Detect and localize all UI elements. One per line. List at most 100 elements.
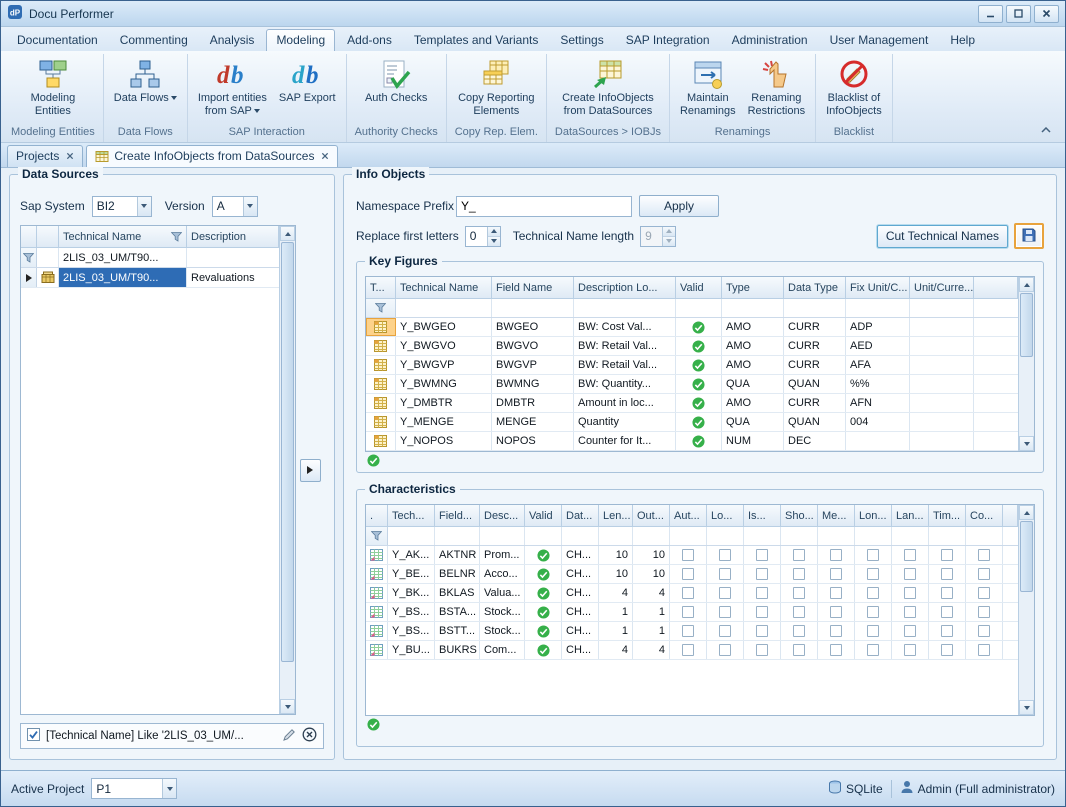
checkbox[interactable]: [756, 587, 768, 599]
column-header-len[interactable]: Len...: [599, 505, 633, 526]
cell-description[interactable]: Revaluations: [187, 268, 279, 287]
cell-sho[interactable]: [781, 584, 818, 602]
cell-me[interactable]: [818, 641, 855, 659]
cell-t[interactable]: [366, 375, 396, 393]
checkbox[interactable]: [978, 606, 990, 618]
ribbon-tab-settings[interactable]: Settings: [550, 29, 613, 51]
column-header-desc[interactable]: Desc...: [480, 505, 525, 526]
apply-button[interactable]: Apply: [639, 195, 719, 217]
document-tab-projects[interactable]: Projects: [7, 145, 83, 167]
column-header-icon[interactable]: [37, 226, 59, 247]
cell-unit-curre[interactable]: [910, 432, 974, 450]
filter-cell-icon[interactable]: [366, 527, 388, 545]
scrollbar-track[interactable]: [1020, 521, 1033, 699]
filter-cell-desc[interactable]: [480, 527, 525, 545]
sap-system-combo[interactable]: BI2: [92, 196, 152, 217]
checkbox[interactable]: [867, 606, 879, 618]
filter-cell-t[interactable]: [366, 299, 396, 317]
ribbon-button-renaming-restrictions[interactable]: RenamingRestrictions: [743, 55, 810, 125]
column-header-dat[interactable]: Dat...: [562, 505, 599, 526]
filter-cell-is[interactable]: [744, 527, 781, 545]
cell-t[interactable]: [366, 394, 396, 412]
cell-desc[interactable]: Valua...: [480, 584, 525, 602]
checkbox[interactable]: [793, 606, 805, 618]
save-button[interactable]: [1014, 223, 1044, 249]
cell-tech[interactable]: Y_BS...: [388, 603, 435, 621]
cell-valid[interactable]: [676, 318, 722, 336]
cell-valid[interactable]: [525, 641, 562, 659]
minimize-button[interactable]: [978, 5, 1003, 23]
document-tab-create-infoobjects-from-datasources[interactable]: Create InfoObjects from DataSources: [86, 145, 338, 167]
cell-lo[interactable]: [707, 565, 744, 583]
cell-field-name[interactable]: BWGVP: [492, 356, 574, 374]
checkbox[interactable]: [867, 644, 879, 656]
filter-cell-field[interactable]: [435, 527, 480, 545]
table-row[interactable]: 2LIS_03_UM/T90...Revaluations: [21, 268, 279, 288]
filter-cell-fix-unit-c[interactable]: [846, 299, 910, 317]
column-header-type[interactable]: Type: [722, 277, 784, 298]
cell-desc[interactable]: Stock...: [480, 603, 525, 621]
cell-desc[interactable]: Com...: [480, 641, 525, 659]
filter-cell-co[interactable]: [966, 527, 1003, 545]
scroll-up-button[interactable]: [1019, 277, 1034, 292]
cell-desc[interactable]: Acco...: [480, 565, 525, 583]
ribbon-button-modeling-entities[interactable]: ModelingEntities: [24, 55, 82, 125]
cell-field[interactable]: BSTA...: [435, 603, 480, 621]
cell-unit-curre[interactable]: [910, 337, 974, 355]
cell-sho[interactable]: [781, 622, 818, 640]
cell-aut[interactable]: [670, 603, 707, 621]
cell-lon[interactable]: [855, 565, 892, 583]
checkbox[interactable]: [941, 587, 953, 599]
table-row[interactable]: Y_DMBTRDMBTRAmount in loc...AMOCURRAFN: [366, 394, 1018, 413]
vertical-scrollbar[interactable]: [1018, 505, 1034, 715]
checkbox[interactable]: [867, 625, 879, 637]
scrollbar-thumb[interactable]: [281, 242, 294, 662]
column-header-sho[interactable]: Sho...: [781, 505, 818, 526]
cell-dat[interactable]: CH...: [562, 584, 599, 602]
checkbox[interactable]: [867, 587, 879, 599]
close-tab-icon[interactable]: [66, 152, 74, 160]
cell-co[interactable]: [966, 565, 1003, 583]
checkbox[interactable]: [719, 549, 731, 561]
ribbon-tab-administration[interactable]: Administration: [722, 29, 818, 51]
checkbox[interactable]: [756, 606, 768, 618]
checkbox[interactable]: [830, 587, 842, 599]
table-row[interactable]: Y_BWGVOBWGVOBW: Retail Val...AMOCURRAED: [366, 337, 1018, 356]
table-row[interactable]: Y_BWMNGBWMNGBW: Quantity...QUAQUAN%%: [366, 375, 1018, 394]
cell-lo[interactable]: [707, 603, 744, 621]
checkbox[interactable]: [904, 587, 916, 599]
column-header-icon[interactable]: .: [366, 505, 388, 526]
auto-filter-row[interactable]: [366, 527, 1018, 546]
cell-description-lo[interactable]: Amount in loc...: [574, 394, 676, 412]
cell-technical-name[interactable]: Y_MENGE: [396, 413, 492, 431]
cell-sho[interactable]: [781, 565, 818, 583]
cell-type[interactable]: NUM: [722, 432, 784, 450]
scroll-down-button[interactable]: [280, 699, 295, 714]
cell-co[interactable]: [966, 546, 1003, 564]
filter-cell-len[interactable]: [599, 527, 633, 545]
cell-sho[interactable]: [781, 603, 818, 621]
title-bar[interactable]: dP Docu Performer: [1, 1, 1065, 27]
current-user[interactable]: Admin (Full administrator): [900, 780, 1055, 797]
cell-icon[interactable]: [366, 584, 388, 602]
cell-lo[interactable]: [707, 622, 744, 640]
cell-aut[interactable]: [670, 546, 707, 564]
cell-me[interactable]: [818, 584, 855, 602]
ribbon-button-maintain-renamings[interactable]: MaintainRenamings: [675, 55, 741, 125]
cell-me[interactable]: [818, 565, 855, 583]
cell-valid[interactable]: [676, 413, 722, 431]
checkbox[interactable]: [978, 587, 990, 599]
cell-tech[interactable]: Y_BE...: [388, 565, 435, 583]
cell-lo[interactable]: [707, 584, 744, 602]
checkbox[interactable]: [682, 625, 694, 637]
cell-technical-name[interactable]: Y_BWGEO: [396, 318, 492, 336]
spin-down-button[interactable]: [488, 236, 500, 246]
cell-tim[interactable]: [929, 546, 966, 564]
checkbox[interactable]: [793, 644, 805, 656]
filter-cell-tim[interactable]: [929, 527, 966, 545]
cell-out[interactable]: 1: [633, 622, 670, 640]
checkbox[interactable]: [719, 606, 731, 618]
cell-field-name[interactable]: BWMNG: [492, 375, 574, 393]
cell-description-lo[interactable]: BW: Cost Val...: [574, 318, 676, 336]
cell-fix-unit-c[interactable]: 004: [846, 413, 910, 431]
